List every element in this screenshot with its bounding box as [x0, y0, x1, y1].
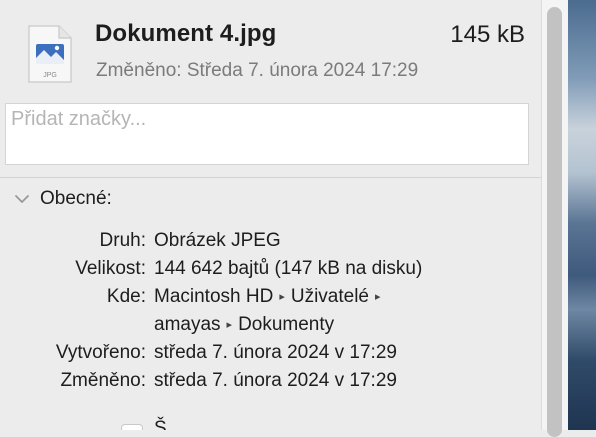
jpeg-file-icon: JPG [28, 25, 72, 83]
info-row-where-cont: amayas ▸ Dokumenty [0, 314, 541, 340]
modified-summary: Změněno: Středa 7. února 2024 17:29 [96, 60, 419, 81]
general-section-toggle[interactable]: Obecné: [12, 186, 112, 212]
path-separator-icon: ▸ [279, 291, 285, 303]
svg-text:JPG: JPG [43, 72, 57, 79]
file-name: Dokument 4.jpg [95, 20, 277, 47]
created-label: Vytvořeno: [55, 342, 146, 363]
created-value: středa 7. února 2024 v 17:29 [154, 342, 397, 363]
where-path-continued: amayas ▸ Dokumenty [154, 314, 334, 336]
path-item-amayas: amayas [154, 314, 221, 335]
scrollbar-thumb[interactable] [547, 7, 562, 437]
path-item-users: Uživatelé [290, 286, 370, 307]
section-divider [0, 177, 541, 178]
where-path: Macintosh HD ▸ Uživatelé ▸ [154, 286, 387, 308]
general-section-title: Obecné: [40, 188, 112, 209]
desktop-wallpaper [568, 0, 596, 430]
path-item-macintosh-hd: Macintosh HD [154, 286, 274, 307]
path-separator-icon: ▸ [375, 291, 381, 303]
where-label: Kde: [106, 286, 146, 307]
tags-placeholder: Přidat značky... [11, 108, 147, 130]
file-size: 145 kB [450, 21, 525, 48]
checkbox-label: Š [154, 418, 167, 430]
kind-value: Obrázek JPEG [154, 230, 281, 251]
modified-label: Změněno: [60, 370, 146, 391]
size-value: 144 642 bajtů (147 kB na disku) [154, 258, 423, 279]
info-row-where: Kde: Macintosh HD ▸ Uživatelé ▸ [0, 286, 541, 312]
info-row-created: Vytvořeno: středa 7. února 2024 v 17:29 [0, 342, 541, 368]
info-row-modified: Změněno: středa 7. února 2024 v 17:29 [0, 370, 541, 396]
get-info-window: JPG Dokument 4.jpg 145 kB Změněno: Střed… [0, 0, 541, 430]
kind-label: Druh: [99, 230, 146, 251]
info-row-size: Velikost: 144 642 bajtů (147 kB na disku… [0, 258, 541, 284]
template-checkbox[interactable] [121, 424, 143, 430]
path-item-documents: Dokumenty [238, 314, 335, 335]
info-row-kind: Druh: Obrázek JPEG [0, 230, 541, 256]
tags-input[interactable]: Přidat značky... [5, 103, 529, 165]
path-separator-icon: ▸ [226, 319, 233, 331]
size-label: Velikost: [75, 258, 146, 279]
chevron-down-icon [15, 195, 29, 203]
modified-value: středa 7. února 2024 v 17:29 [154, 370, 397, 391]
